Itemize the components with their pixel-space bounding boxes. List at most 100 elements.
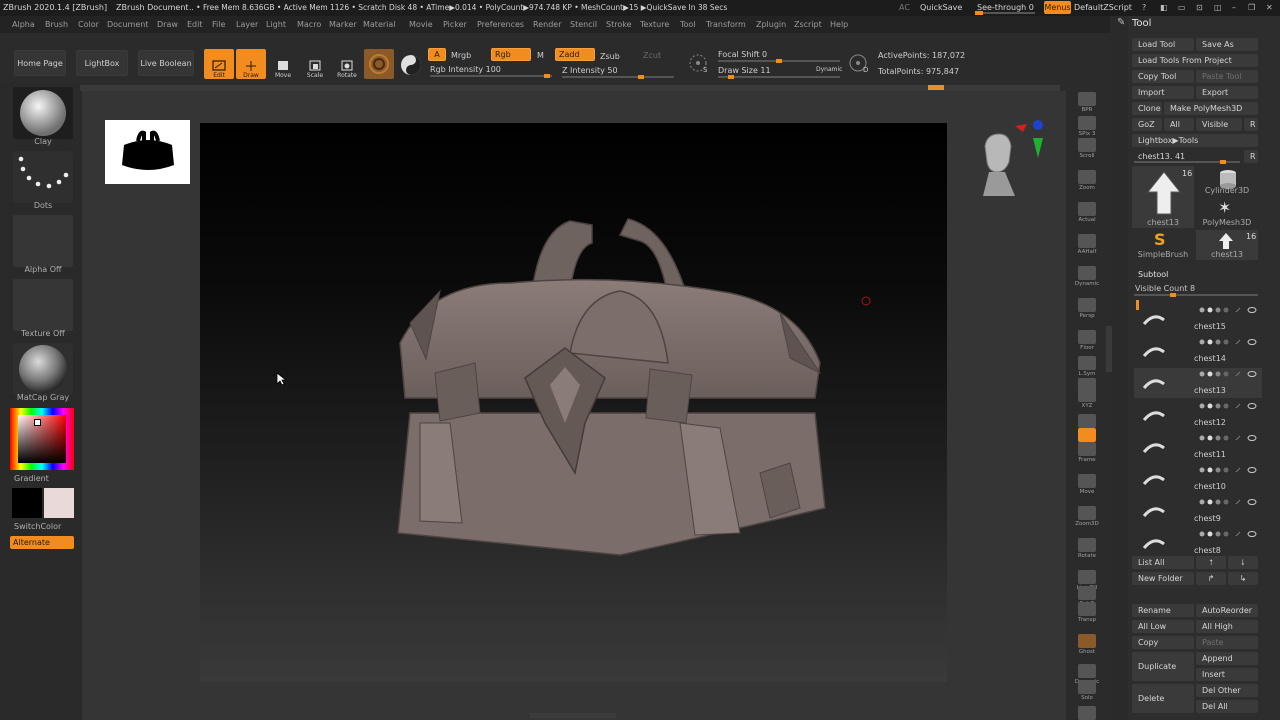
rgb-intensity-slider[interactable]: Rgb Intensity 100 [430,65,501,74]
menus-toggle[interactable]: Menus [1044,1,1071,14]
load-tools-from-project-button[interactable]: Load Tools From Project [1132,54,1258,67]
tray-dynamic-6[interactable]: Dynamic [1074,261,1100,287]
make-polymesh3d-button[interactable]: Make PolyMesh3D [1164,102,1258,115]
goz-button[interactable]: GoZ [1132,118,1162,131]
menu-preferences[interactable]: Preferences [477,20,524,29]
import-button[interactable]: Import [1132,86,1194,99]
paste-tool-button[interactable]: Paste Tool [1196,70,1258,83]
material-picker[interactable] [364,49,394,79]
menu-light[interactable]: Light [266,20,286,29]
zsub-button[interactable]: Zsub [600,52,620,61]
current-tool-track[interactable] [1134,160,1240,164]
draw-button[interactable]: Draw [236,49,266,79]
tray-solo-23[interactable]: Solo [1074,675,1100,701]
clone-button[interactable]: Clone [1132,102,1162,115]
all-low-button[interactable]: All Low [1132,620,1194,633]
rgb-button[interactable]: Rgb [491,48,531,61]
tray-xpose-24[interactable]: Xpose [1074,701,1100,720]
see-through-slider[interactable]: See-through 0 [977,3,1034,12]
load-tool-button[interactable]: Load Tool [1132,38,1194,51]
folder-down-icon[interactable]: ↳ [1228,572,1258,585]
menu-material[interactable]: Material [363,20,396,29]
menu-color[interactable]: Color [78,20,99,29]
document-scrollbar[interactable] [80,85,1060,91]
lightbox-button[interactable]: LightBox [76,50,128,76]
document-scroll-handle[interactable] [928,85,944,90]
subtool-toggles[interactable] [1196,435,1262,441]
secondary-color-swatch[interactable] [12,488,42,518]
del-all-button[interactable]: Del All [1196,700,1258,713]
tray-move-15[interactable]: Move [1074,469,1100,495]
navigation-gizmo[interactable] [975,116,1047,206]
scale-button[interactable]: Scale [300,49,330,79]
layout-icon[interactable]: ◧ [1160,3,1168,12]
subtool-toggles[interactable] [1196,499,1262,505]
minimize-icon[interactable]: – [1232,3,1236,12]
zadd-button[interactable]: Zadd [555,48,595,61]
m-button[interactable]: M [537,51,544,60]
draw-size-slider[interactable]: Draw Size 11 [718,66,771,75]
menu-layer[interactable]: Layer [236,20,258,29]
tray-zoom3d-16[interactable]: Zoom3D [1074,501,1100,527]
menu-alpha[interactable]: Alpha [12,20,35,29]
tray-zoom-3[interactable]: Zoom [1074,165,1100,191]
tray-ghost-21[interactable]: Ghost [1074,629,1100,655]
menu-render[interactable]: Render [533,20,561,29]
help-icon[interactable]: ? [1142,3,1146,12]
tray-bpr-0[interactable]: BPR [1074,87,1100,113]
a-button[interactable]: A [428,48,446,61]
zcut-button[interactable]: Zcut [643,51,661,60]
menu-draw[interactable]: Draw [157,20,178,29]
toggle-icon[interactable]: ⊡ [1196,3,1203,12]
gradient-label[interactable]: Gradient [14,474,49,483]
navigator-thumbnail[interactable] [105,120,190,184]
tool-thumb-chest13-small[interactable]: 16 chest13 [1196,230,1258,260]
menu-movie[interactable]: Movie [409,20,433,29]
del-other-button[interactable]: Del Other [1196,684,1258,697]
menu-edit[interactable]: Edit [187,20,203,29]
visible-count-track[interactable] [1134,293,1258,297]
subtool-row-chest10[interactable]: chest10 [1134,464,1262,494]
menu-help[interactable]: Help [830,20,848,29]
primary-color-swatch[interactable] [44,488,74,518]
goz-all-button[interactable]: All [1164,118,1194,131]
menu-stroke[interactable]: Stroke [606,20,632,29]
subtool-row-chest14[interactable]: chest14 [1134,336,1262,366]
panel-icon[interactable]: ▭ [1178,3,1186,12]
menu-brush[interactable]: Brush [45,20,68,29]
subtool-row-chest8[interactable]: chest8 [1134,528,1262,558]
draw-size-track[interactable] [718,75,840,79]
tray-aahalf-5[interactable]: AAHalf [1074,229,1100,255]
close-icon[interactable]: ✕ [1266,3,1273,12]
duplicate-button[interactable]: Duplicate [1132,652,1194,681]
bottom-tray-handle[interactable] [530,713,616,718]
settings-icon[interactable]: ◫ [1214,3,1222,12]
copy-tool-button[interactable]: Copy Tool [1132,70,1194,83]
subtool-toggles[interactable] [1196,403,1262,409]
viewport-canvas[interactable] [200,123,947,682]
tray-transp-20[interactable]: Transp [1074,597,1100,623]
menu-marker[interactable]: Marker [329,20,357,29]
menu-transform[interactable]: Transform [706,20,746,29]
texture-thumbnail[interactable] [13,279,73,331]
x-axis-icon[interactable] [1015,124,1027,132]
tray-floor-8[interactable]: Floor [1074,325,1100,351]
menu-stencil[interactable]: Stencil [570,20,597,29]
insert-button[interactable]: Insert [1196,668,1258,681]
tray-divider[interactable] [1106,326,1112,372]
menu-texture[interactable]: Texture [640,20,669,29]
tray-scroll-2[interactable]: Scroll [1074,133,1100,159]
tray-frame-14[interactable]: Frame [1074,437,1100,463]
switchcolor-button[interactable]: SwitchColor [14,522,61,531]
append-button[interactable]: Append [1196,652,1258,665]
move-down-icon[interactable]: ⭣ [1228,556,1258,569]
subtool-row-chest15[interactable]: chest15 [1134,304,1262,334]
current-tool-r-button[interactable]: R [1244,150,1258,163]
tray-actual-4[interactable]: Actual [1074,197,1100,223]
focal-shift-slider[interactable]: Focal Shift 0 [718,50,767,59]
save-as-button[interactable]: Save As [1196,38,1258,51]
tool-thumb-polymesh3d[interactable]: ✶ PolyMesh3D [1196,198,1258,228]
dynamic-toggle[interactable]: Dynamic [816,66,842,73]
z-intensity-slider[interactable]: Z Intensity 50 [562,66,618,75]
paste-button[interactable]: Paste [1196,636,1258,649]
